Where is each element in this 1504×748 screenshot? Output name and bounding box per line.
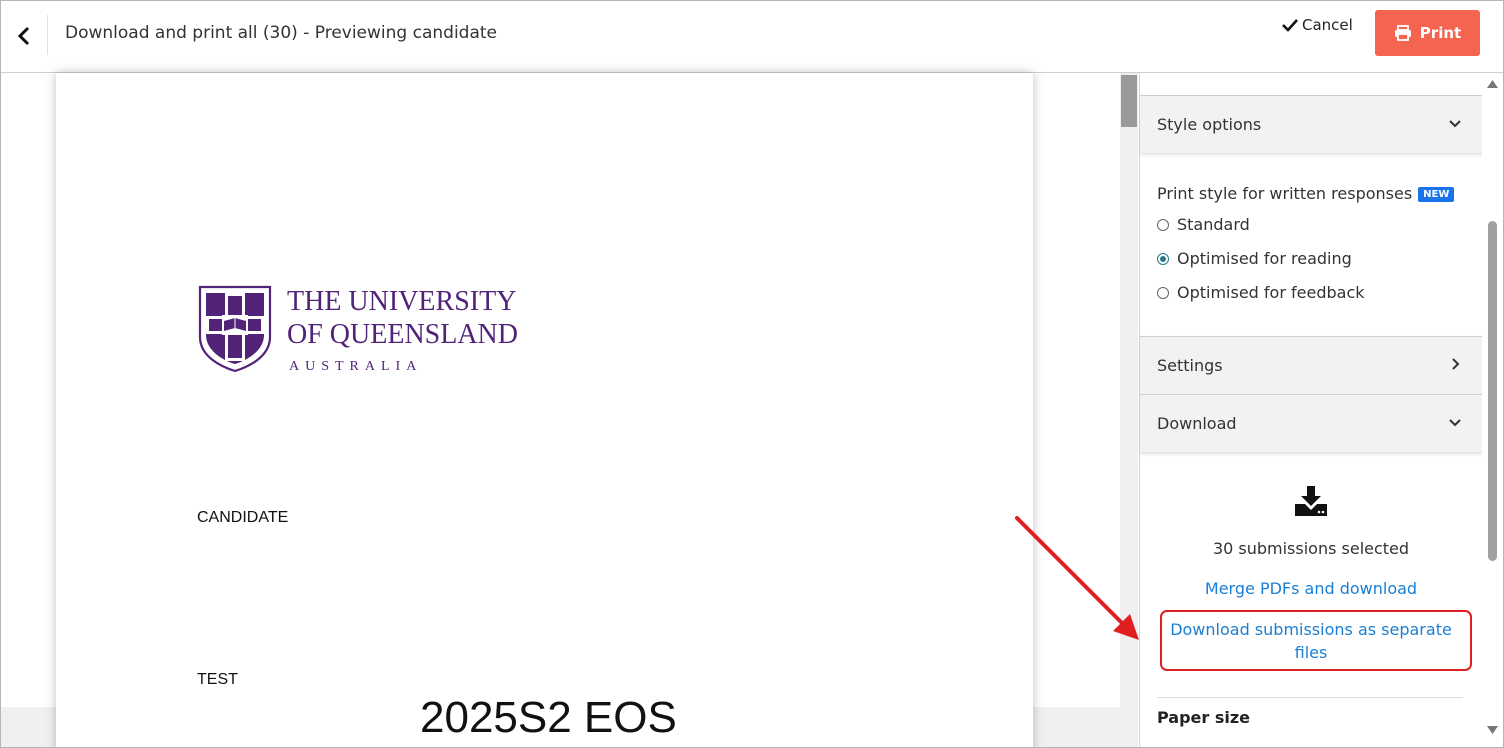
radio-label: Standard [1177,215,1250,234]
radio-optimised-feedback[interactable]: Optimised for feedback [1157,283,1365,302]
logo-line-1: THE UNIVERSITY [287,286,516,317]
divider [1157,697,1463,698]
paper-size-label: Paper size [1157,708,1251,727]
uq-crest-icon: THE UNIVERSITY OF QUEENSLAND AUSTRALIA [198,285,518,374]
print-style-text: Print style for written responses [1157,184,1413,203]
chevron-right-icon [1452,358,1460,370]
panel-scrollbar-thumb[interactable] [1488,221,1497,561]
merge-pdfs-link[interactable]: Merge PDFs and download [1140,579,1482,598]
cancel-button[interactable]: Cancel [1282,16,1353,34]
scroll-down-arrow-icon[interactable] [1482,721,1503,739]
radio-label: Optimised for reading [1177,249,1352,268]
check-icon [1282,19,1298,32]
candidate-label: CANDIDATE [197,509,289,526]
scroll-up-arrow-icon[interactable] [1482,75,1503,93]
radio-button[interactable] [1157,286,1169,299]
radio-button[interactable] [1157,218,1169,231]
test-label: TEST [197,671,238,688]
cancel-label: Cancel [1302,16,1353,34]
logo-line-3: AUSTRALIA [289,359,422,374]
new-badge: NEW [1418,187,1455,202]
uq-logo: THE UNIVERSITY OF QUEENSLAND AUSTRALIA [198,285,528,375]
print-label: Print [1419,24,1462,42]
app-window: Download and print all (30) - Previewing… [0,0,1504,748]
settings-label: Settings [1157,356,1223,375]
print-button[interactable]: Print [1375,10,1480,56]
header-bar: Download and print all (30) - Previewing… [1,1,1503,73]
download-icon [1295,486,1327,516]
preview-area[interactable]: THE UNIVERSITY OF QUEENSLAND AUSTRALIA C… [1,73,1138,747]
panel-scrollbar[interactable] [1482,73,1503,747]
logo-line-2: OF QUEENSLAND [287,319,518,350]
download-header[interactable]: Download [1140,394,1482,453]
download-label: Download [1157,414,1237,433]
preview-page: THE UNIVERSITY OF QUEENSLAND AUSTRALIA C… [56,73,1033,747]
back-button[interactable] [1,1,47,71]
radio-button-selected[interactable] [1157,252,1169,265]
print-style-label: Print style for written responses NEW [1157,184,1455,203]
preview-viewport: THE UNIVERSITY OF QUEENSLAND AUSTRALIA C… [1,73,1120,747]
radio-standard[interactable]: Standard [1157,215,1250,234]
chevron-down-icon [1449,120,1461,128]
preview-scrollbar-thumb[interactable] [1121,75,1137,127]
header-divider [47,15,48,55]
download-separate-link[interactable]: Download submissions as separate files [1166,618,1456,664]
style-options-label: Style options [1157,115,1262,134]
exam-title: 2025S2 EOS [420,693,677,742]
radio-optimised-reading[interactable]: Optimised for reading [1157,249,1352,268]
page-title: Download and print all (30) - Previewing… [65,23,497,43]
red-arrow-annotation [1015,516,1139,640]
options-panel: Style options Print style for written re… [1139,73,1482,747]
selected-count: 30 submissions selected [1212,539,1410,558]
style-options-header[interactable]: Style options [1140,95,1482,154]
printer-icon [1394,25,1411,41]
chevron-down-icon [1449,419,1461,427]
radio-label: Optimised for feedback [1177,283,1365,302]
chevron-left-icon [17,26,30,46]
settings-header[interactable]: Settings [1140,336,1482,395]
